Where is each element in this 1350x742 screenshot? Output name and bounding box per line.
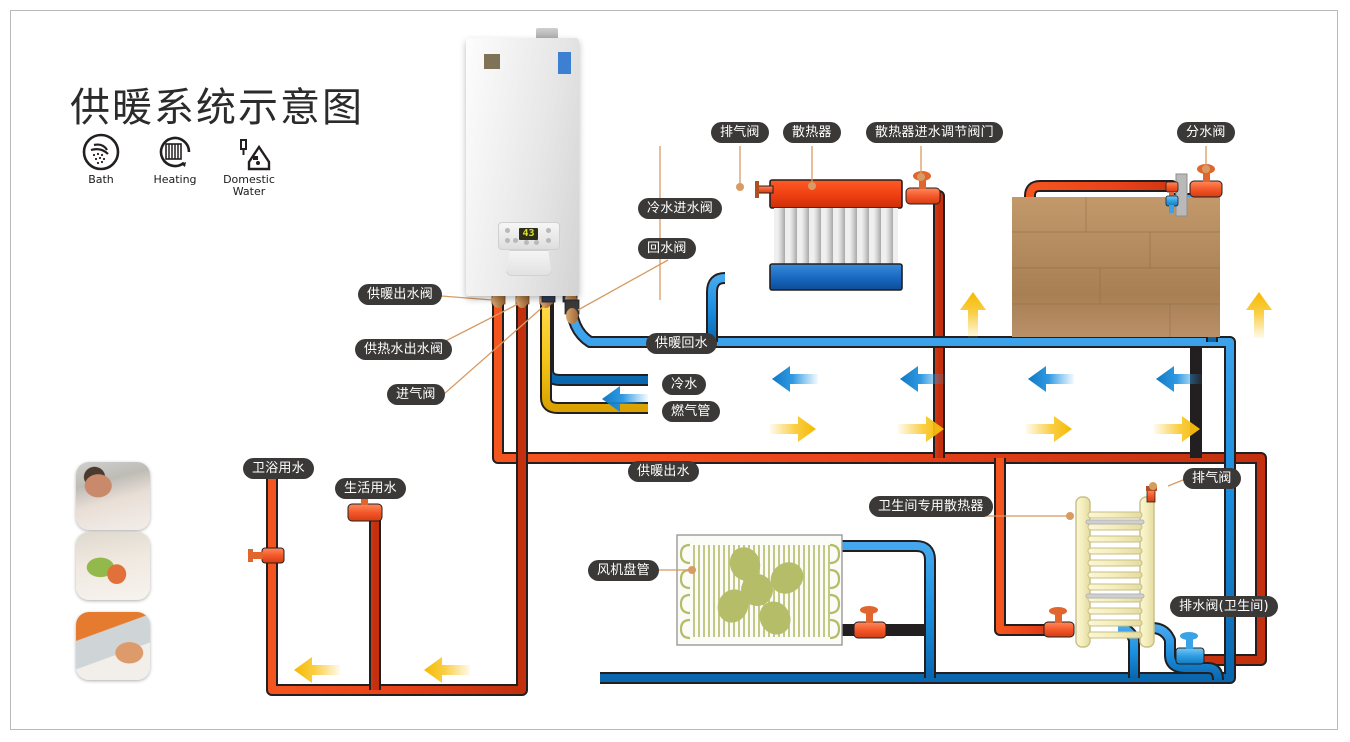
- label-heating-supply: 供暖出水: [628, 461, 699, 482]
- label-radiator: 散热器: [783, 122, 841, 143]
- label-bathroom-radiator: 卫生间专用散热器: [869, 496, 993, 517]
- boiler-knob[interactable]: [546, 228, 551, 233]
- label-drain-valve-bathroom: 排水阀(卫生间): [1170, 596, 1278, 617]
- label-heating-return: 供暖回水: [646, 333, 717, 354]
- label-domestic-water: 生活用水: [335, 478, 406, 499]
- boiler-knob[interactable]: [505, 238, 510, 243]
- label-gas-inlet-valve: 进气阀: [387, 384, 445, 405]
- label-bathroom-water: 卫浴用水: [243, 458, 314, 479]
- label-return-water-valve: 回水阀: [638, 238, 696, 259]
- heating-system-diagram: 供暖系统示意图 Bath Heating Domestic Water 43 冷…: [0, 0, 1350, 742]
- label-radiator-inlet-control-valve: 散热器进水调节阀门: [866, 122, 1003, 143]
- leader-lines: [415, 146, 1210, 574]
- boiler-knob[interactable]: [546, 238, 551, 243]
- boiler-knob[interactable]: [505, 228, 510, 233]
- label-hot-water-outlet-valve: 供热水出水阀: [355, 339, 453, 360]
- label-cold-water-inlet-valve: 冷水进水阀: [638, 198, 723, 219]
- label-fan-coil-unit: 风机盘管: [588, 560, 659, 581]
- boiler-energy-label: [558, 52, 571, 74]
- boiler-brand-logo: [484, 54, 500, 69]
- label-gas-pipe: 燃气管: [662, 401, 720, 422]
- boiler-knob[interactable]: [534, 240, 539, 245]
- label-heating-outlet-valve: 供暖出水阀: [358, 284, 443, 305]
- boiler-knob[interactable]: [513, 238, 518, 243]
- label-water-separator-valve: 分水阀: [1177, 122, 1235, 143]
- label-air-vent-towel: 排气阀: [1183, 468, 1241, 489]
- label-air-vent-radiator: 排气阀: [711, 122, 769, 143]
- boiler-knob[interactable]: [524, 240, 529, 245]
- boiler-panel-cover: [506, 250, 552, 276]
- boiler-temperature-display: 43: [519, 228, 538, 240]
- label-cold-water: 冷水: [662, 374, 707, 395]
